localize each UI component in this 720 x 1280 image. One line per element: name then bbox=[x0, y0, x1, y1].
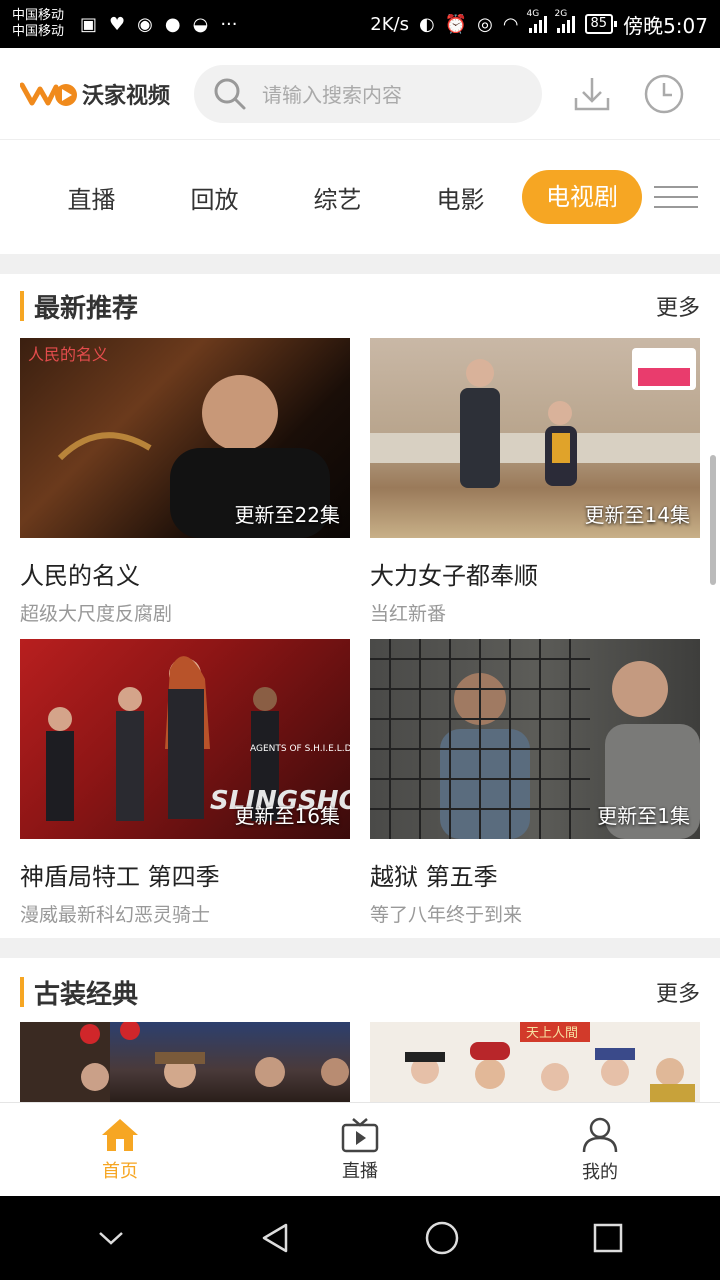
search-icon bbox=[214, 78, 246, 109]
section-title: 古装经典 bbox=[34, 979, 139, 1010]
video-card[interactable]: 更新至1集 越狱 第五季 等了八年终于到来 bbox=[370, 639, 700, 927]
battery-icon: 85 bbox=[584, 14, 617, 34]
nav-live[interactable]: 直播 bbox=[240, 1103, 480, 1196]
more-link[interactable]: 更多 bbox=[656, 290, 700, 322]
video-title: 越狱 第五季 bbox=[370, 863, 498, 891]
nav-home-label: 首页 bbox=[102, 1160, 138, 1182]
video-subtitle: 等了八年终于到来 bbox=[370, 904, 523, 926]
notification-icons: ▣ ♥ ◉ ● ◒ ··· bbox=[80, 14, 237, 35]
alarm-icon: ⏰ bbox=[444, 13, 468, 35]
section-accent-bar bbox=[20, 977, 24, 1007]
briefcase-icon: ▣ bbox=[80, 13, 98, 35]
thumbnail-art bbox=[20, 1022, 349, 1102]
wifi-icon: ◠ bbox=[502, 13, 519, 35]
home-circle-icon[interactable] bbox=[424, 1220, 460, 1256]
carrier-labels: 中国移动 中国移动 bbox=[12, 8, 64, 40]
logo-icon bbox=[20, 82, 77, 106]
tab-live[interactable]: 直播 bbox=[30, 180, 153, 215]
clock: 傍晚5:07 bbox=[623, 13, 708, 38]
data-saver-icon: ◐ bbox=[418, 13, 435, 35]
status-bar: 中国移动 中国移动 ▣ ♥ ◉ ● ◒ ··· 2K/s ◐ ⏰ ◎ ◠ 4G … bbox=[0, 0, 720, 48]
clock-icon bbox=[644, 74, 684, 113]
menu-icon[interactable] bbox=[654, 175, 698, 219]
episode-badge: 更新至1集 bbox=[597, 804, 690, 828]
weibo-icon: ◉ bbox=[137, 13, 153, 35]
section-title: 最新推荐 bbox=[34, 293, 139, 324]
divider bbox=[0, 938, 720, 958]
signal-4g-icon: 4G bbox=[527, 9, 547, 33]
tab-movies[interactable]: 电影 bbox=[399, 180, 522, 215]
search-input[interactable]: 请输入搜索内容 bbox=[194, 64, 543, 123]
video-title: 人民的名义 bbox=[20, 562, 140, 590]
video-thumbnail[interactable]: 人民的名义 更新至22集 bbox=[20, 338, 350, 538]
thumbnail-art: 天上人間 bbox=[405, 1022, 695, 1102]
download-button[interactable] bbox=[570, 72, 614, 116]
hide-keyboard-icon[interactable] bbox=[96, 1228, 126, 1248]
home-icon bbox=[102, 1118, 138, 1151]
tab-replay[interactable]: 回放 bbox=[153, 180, 276, 215]
carrier-1: 中国移动 bbox=[12, 8, 65, 23]
svg-text:人民的名义: 人民的名义 bbox=[28, 345, 108, 364]
bottom-navigation: 首页 直播 我的 bbox=[0, 1102, 720, 1196]
nav-live-label: 直播 bbox=[342, 1160, 378, 1182]
section-header-classic-costume: 古装经典 更多 bbox=[20, 972, 700, 1012]
video-thumbnail[interactable]: 更新至1集 bbox=[370, 639, 700, 839]
back-icon[interactable] bbox=[258, 1221, 292, 1255]
app-header: 沃家视频 请输入搜索内容 bbox=[0, 48, 720, 140]
video-subtitle: 当红新番 bbox=[370, 603, 447, 625]
eye-icon: ◎ bbox=[477, 13, 493, 35]
video-subtitle: 漫威最新科幻恶灵骑士 bbox=[20, 904, 211, 926]
episode-badge: 更新至14集 bbox=[584, 503, 690, 527]
episode-badge: 更新至22集 bbox=[234, 503, 340, 527]
search-placeholder: 请输入搜索内容 bbox=[262, 83, 403, 107]
app-logo: 沃家视频 bbox=[20, 78, 170, 110]
video-card[interactable]: SLINGSHOT AGENTS OF S.H.I.E.L.D. 更新至16集 … bbox=[20, 639, 350, 927]
section-accent-bar bbox=[20, 291, 24, 321]
scrollbar[interactable] bbox=[710, 455, 716, 585]
tab-variety[interactable]: 综艺 bbox=[276, 180, 399, 215]
section-header-latest: 最新推荐 更多 bbox=[20, 286, 700, 326]
carrier-2: 中国移动 bbox=[12, 24, 65, 39]
video-thumbnail[interactable]: 天上人間 bbox=[370, 1022, 700, 1102]
video-card[interactable]: 更新至14集 大力女子都奉顺 当红新番 bbox=[370, 338, 700, 626]
video-subtitle: 超级大尺度反腐剧 bbox=[20, 603, 173, 625]
video-card[interactable]: 人民的名义 更新至22集 人民的名义 超级大尺度反腐剧 bbox=[20, 338, 350, 626]
recents-icon[interactable] bbox=[592, 1222, 624, 1254]
system-navigation bbox=[0, 1196, 720, 1280]
more-icon: ··· bbox=[220, 13, 238, 35]
signal-2g-icon: 2G bbox=[555, 9, 575, 33]
video-title: 大力女子都奉顺 bbox=[370, 562, 538, 590]
heart-icon: ♥ bbox=[109, 13, 126, 35]
more-link[interactable]: 更多 bbox=[656, 976, 700, 1008]
video-card[interactable] bbox=[20, 1022, 350, 1102]
nav-me[interactable]: 我的 bbox=[480, 1103, 720, 1196]
person-icon bbox=[582, 1117, 618, 1152]
chat-icon: ● bbox=[164, 13, 181, 35]
video-thumbnail[interactable] bbox=[20, 1022, 350, 1102]
tv-icon bbox=[341, 1117, 379, 1152]
svg-text:AGENTS OF S.H.I.E.L.D.: AGENTS OF S.H.I.E.L.D. bbox=[250, 744, 350, 754]
video-card[interactable]: 天上人間 bbox=[370, 1022, 700, 1102]
category-tabs: 直播 回放 综艺 电影 电视剧 bbox=[0, 140, 720, 254]
nav-home[interactable]: 首页 bbox=[0, 1103, 240, 1196]
nav-me-label: 我的 bbox=[582, 1161, 618, 1183]
divider bbox=[0, 254, 720, 274]
download-icon bbox=[574, 77, 610, 110]
tab-tv-series[interactable]: 电视剧 bbox=[522, 170, 642, 224]
network-speed: 2K/s bbox=[370, 13, 409, 35]
video-thumbnail[interactable]: SLINGSHOT AGENTS OF S.H.I.E.L.D. 更新至16集 bbox=[20, 639, 350, 839]
episode-badge: 更新至16集 bbox=[234, 804, 340, 828]
app-icon: ◒ bbox=[192, 13, 209, 35]
history-button[interactable] bbox=[642, 72, 686, 116]
logo-text: 沃家视频 bbox=[82, 83, 171, 109]
svg-text:天上人間: 天上人間 bbox=[526, 1026, 578, 1041]
video-title: 神盾局特工 第四季 bbox=[20, 863, 220, 891]
video-thumbnail[interactable]: 更新至14集 bbox=[370, 338, 700, 538]
